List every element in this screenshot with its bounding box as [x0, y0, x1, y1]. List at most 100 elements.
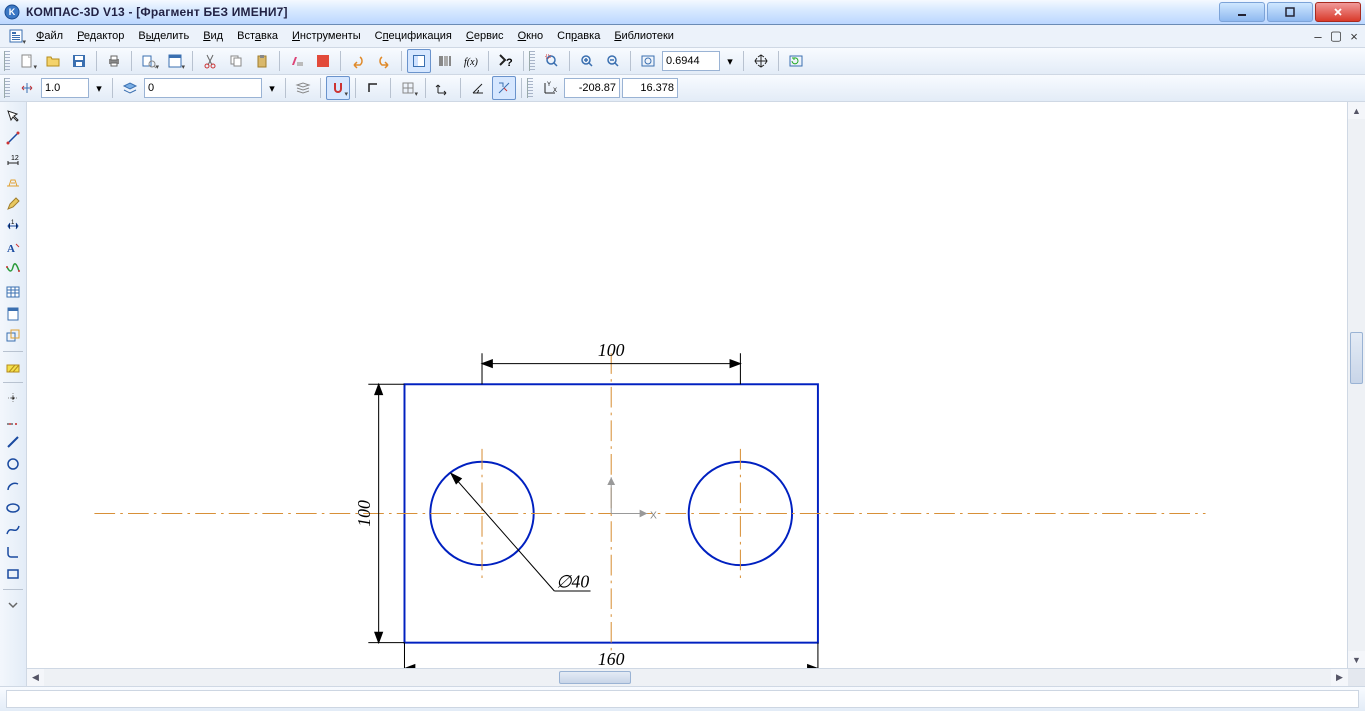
pan-button[interactable] [749, 49, 773, 73]
spline-tool[interactable] [2, 260, 24, 280]
preview-button[interactable]: ▾ [137, 49, 161, 73]
app-icon: K [4, 4, 20, 20]
ellipse-tool[interactable] [2, 498, 24, 518]
libraries-button[interactable] [433, 49, 457, 73]
round-button[interactable] [492, 76, 516, 100]
zoom-value-input[interactable] [662, 51, 720, 71]
menu-окно[interactable]: Окно [512, 28, 550, 44]
measure-tool[interactable]: A [2, 238, 24, 258]
step-dropdown[interactable]: ▾ [91, 76, 107, 100]
menu-справка[interactable]: Справка [551, 28, 606, 44]
print-button[interactable] [102, 49, 126, 73]
paste-button[interactable] [250, 49, 274, 73]
toolbar-grip[interactable] [527, 78, 533, 98]
close-button[interactable] [1315, 2, 1361, 22]
variables-button[interactable]: f(x) [459, 49, 483, 73]
open-button[interactable] [41, 49, 65, 73]
menu-спецификация[interactable]: Спецификация [369, 28, 458, 44]
local-cs-button[interactable] [431, 76, 455, 100]
snap-toggle-button[interactable]: ▾ [326, 76, 350, 100]
toolbar-grip[interactable] [4, 51, 10, 71]
point-tool[interactable] [2, 388, 24, 408]
parametrize-tool[interactable]: 1 [2, 216, 24, 236]
status-message [6, 690, 1359, 708]
mdi-close-button[interactable]: × [1347, 29, 1361, 43]
save-button[interactable] [67, 49, 91, 73]
redraw-button[interactable] [784, 49, 808, 73]
table-tool[interactable] [2, 282, 24, 302]
angle-button[interactable] [466, 76, 490, 100]
dim-bottom: 160 [598, 649, 625, 668]
text-tool[interactable] [2, 172, 24, 192]
menu-bar: ▾ ФайлРедакторВыделитьВидВставкаИнструме… [0, 25, 1365, 48]
svg-text:Y: Y [547, 82, 551, 88]
manager-button[interactable] [407, 49, 431, 73]
toolbar-grip[interactable] [529, 51, 535, 71]
zoom-out-button[interactable] [601, 49, 625, 73]
layer-value-input[interactable] [144, 78, 262, 98]
zoom-dropdown[interactable]: ▾ [722, 49, 738, 73]
properties-button[interactable]: ▾ [163, 49, 187, 73]
zoom-fit-button[interactable] [636, 49, 660, 73]
zoom-window-button[interactable] [540, 49, 564, 73]
coord-x-field[interactable] [564, 78, 620, 98]
menu-файл[interactable]: Файл [30, 28, 69, 44]
svg-text:A: A [7, 243, 15, 255]
rect-tool[interactable] [2, 564, 24, 584]
dim-diameter: ∅40 [556, 571, 589, 591]
coord-icon: YX [538, 76, 562, 100]
step-value-input[interactable] [41, 78, 89, 98]
report-tool[interactable] [2, 304, 24, 324]
layer-icon[interactable] [118, 76, 142, 100]
menu-вид[interactable]: Вид [197, 28, 229, 44]
insert-tool[interactable] [2, 326, 24, 346]
step-button[interactable] [15, 76, 39, 100]
layer-manager-button[interactable] [291, 76, 315, 100]
circle-tool[interactable] [2, 454, 24, 474]
toolbar-grip[interactable] [4, 78, 10, 98]
toolbar-snap: ▾ ▾ ▾ ▾ YX [0, 75, 1365, 102]
fillet-tool[interactable] [2, 542, 24, 562]
workspace: 12 1 A [0, 102, 1365, 686]
style-button[interactable] [311, 49, 335, 73]
minimize-button[interactable] [1219, 2, 1265, 22]
coord-y-field[interactable] [622, 78, 678, 98]
zoom-in-button[interactable] [575, 49, 599, 73]
redo-button[interactable] [372, 49, 396, 73]
line-tool[interactable] [2, 128, 24, 148]
menu-вставка[interactable]: Вставка [231, 28, 284, 44]
menu-инструменты[interactable]: Инструменты [286, 28, 367, 44]
help-button[interactable]: ? [494, 49, 518, 73]
menu-редактор[interactable]: Редактор [71, 28, 130, 44]
more-tools[interactable] [2, 595, 24, 615]
bezier-tool[interactable] [2, 520, 24, 540]
app-menu-icon[interactable]: ▾ [4, 24, 28, 48]
select-tool[interactable] [2, 106, 24, 126]
aux-line-tool[interactable] [2, 410, 24, 430]
menu-сервис[interactable]: Сервис [460, 28, 510, 44]
undo-button[interactable] [346, 49, 370, 73]
dimension-tool[interactable]: 12 [2, 150, 24, 170]
copy-button[interactable] [224, 49, 248, 73]
mdi-restore-button[interactable]: ▢ [1329, 29, 1343, 43]
vertical-scrollbar[interactable]: ▲ ▼ [1347, 102, 1365, 668]
ortho-button[interactable] [361, 76, 385, 100]
segment-tool[interactable] [2, 432, 24, 452]
new-button[interactable]: ▾ [15, 49, 39, 73]
svg-text:1: 1 [11, 220, 15, 226]
copy-props-button[interactable] [285, 49, 309, 73]
cut-button[interactable] [198, 49, 222, 73]
mdi-minimize-button[interactable]: – [1311, 29, 1325, 43]
svg-text:f(x): f(x) [464, 57, 479, 68]
grid-button[interactable]: ▾ [396, 76, 420, 100]
arc-tool[interactable] [2, 476, 24, 496]
hatch-tool[interactable] [2, 357, 24, 377]
svg-text:12: 12 [11, 155, 19, 162]
edit-tool[interactable] [2, 194, 24, 214]
layer-dropdown[interactable]: ▾ [264, 76, 280, 100]
menu-выделить[interactable]: Выделить [132, 28, 195, 44]
horizontal-scrollbar[interactable]: ◀ ▶ [27, 668, 1365, 686]
maximize-button[interactable] [1267, 2, 1313, 22]
menu-библиотеки[interactable]: Библиотеки [608, 28, 680, 44]
drawing-canvas[interactable]: X [27, 102, 1347, 668]
